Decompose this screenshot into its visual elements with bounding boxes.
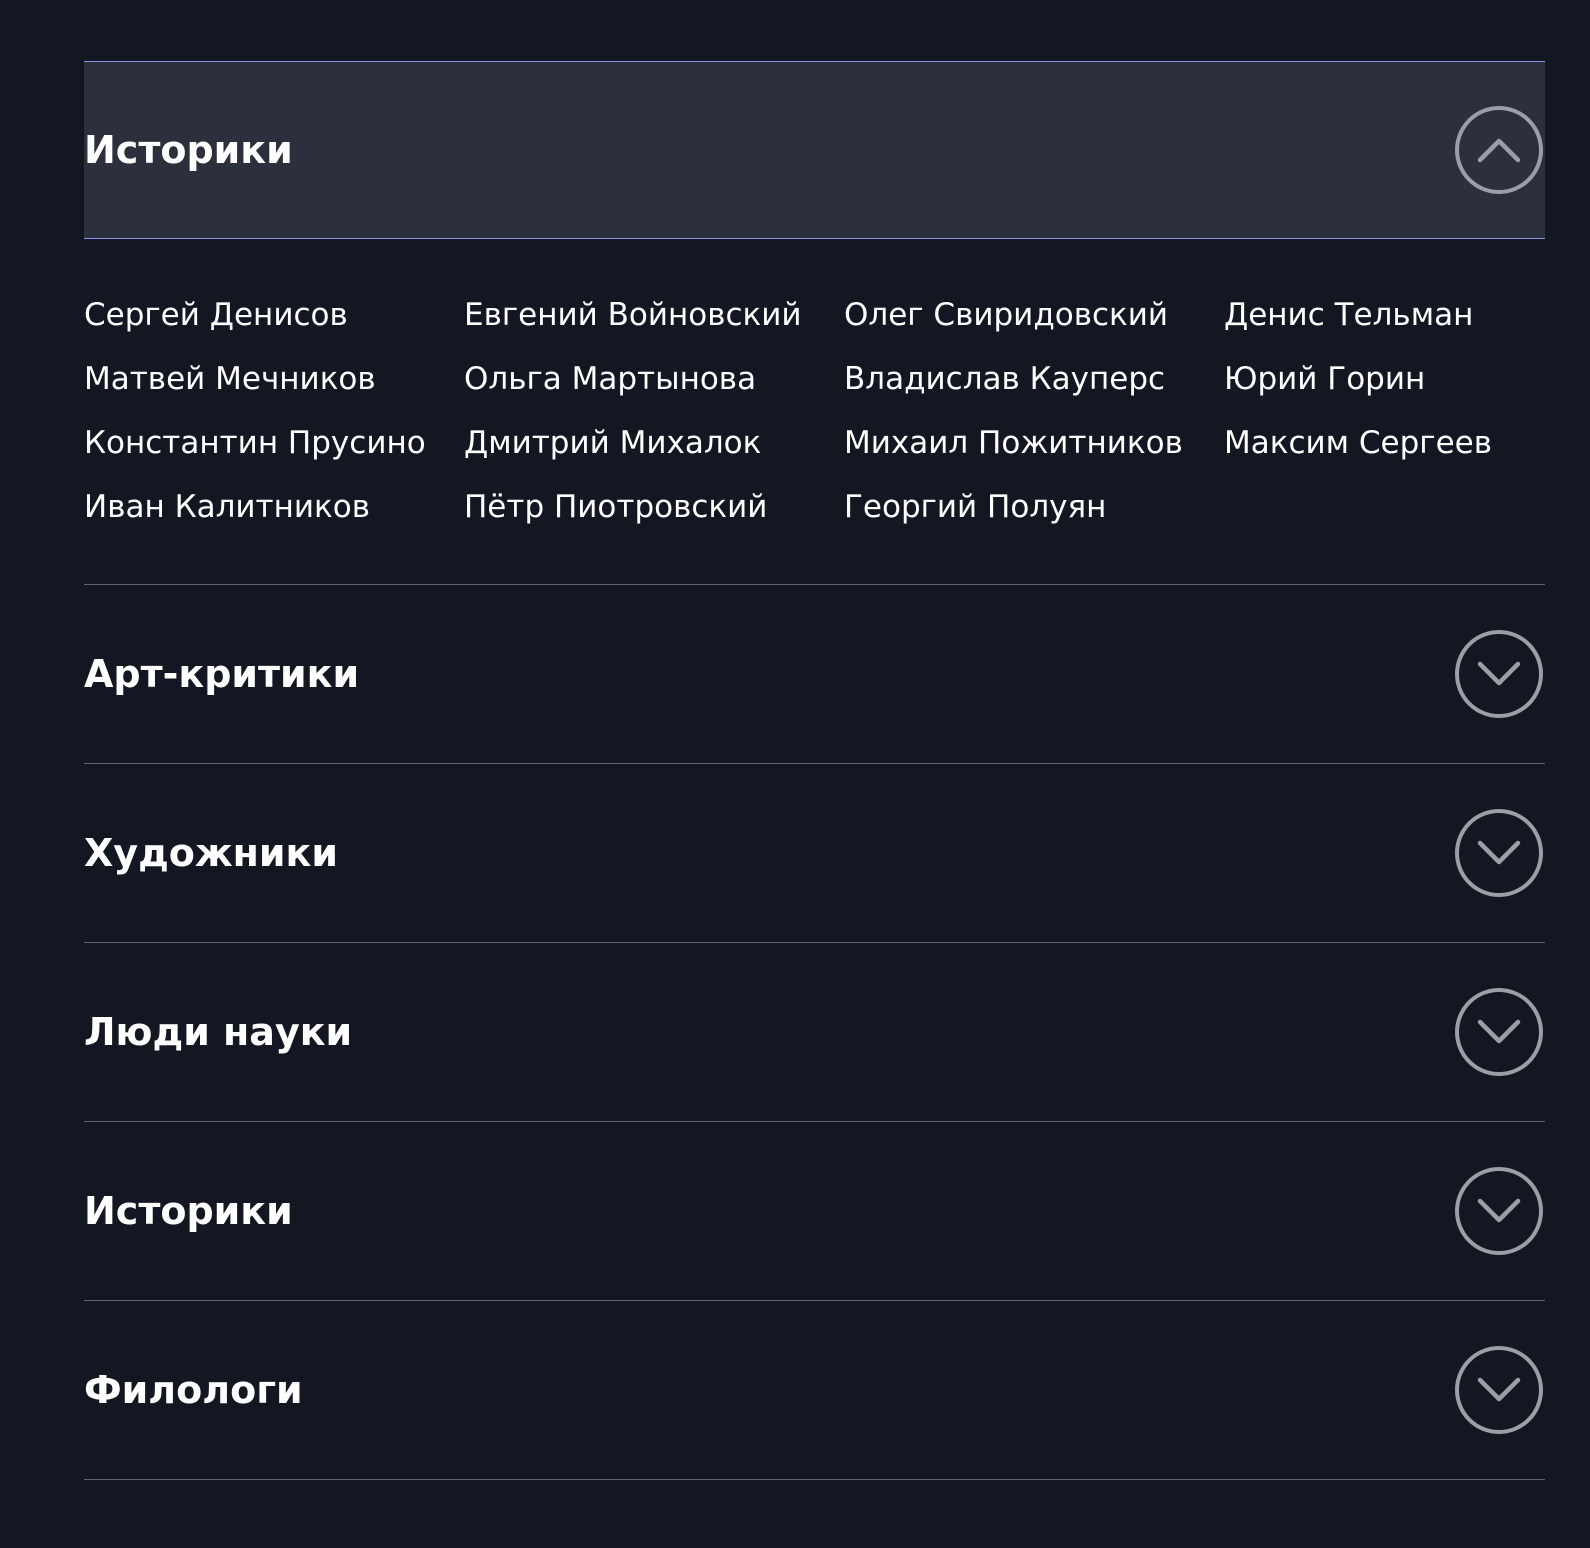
accordion-header-philologists[interactable]: Филологи xyxy=(84,1301,1545,1479)
accordion-title: Филологи xyxy=(84,1368,303,1412)
person-link[interactable]: Матвей Мечников xyxy=(84,347,464,411)
person-link[interactable]: Евгений Войновский xyxy=(464,283,844,347)
chevron-up-icon xyxy=(1477,138,1521,163)
accordion-header-art-critics[interactable]: Арт-критики xyxy=(84,585,1545,763)
accordion-title: Люди науки xyxy=(84,1010,353,1054)
expand-toggle-button[interactable] xyxy=(1455,1167,1543,1255)
accordion-item-philologists: Филологи xyxy=(84,1301,1545,1480)
accordion-title: Арт-критики xyxy=(84,652,360,696)
accordion-title: Историки xyxy=(84,1189,293,1233)
person-link[interactable]: Сергей Денисов xyxy=(84,283,464,347)
person-link[interactable]: Денис Тельман xyxy=(1224,283,1545,347)
accordion-item-artists: Художники xyxy=(84,764,1545,943)
person-link[interactable]: Константин Прусино xyxy=(84,411,464,475)
expand-toggle-button[interactable] xyxy=(1455,809,1543,897)
person-link[interactable]: Дмитрий Михалок xyxy=(464,411,844,475)
accordion-item-historians-2: Историки xyxy=(84,1122,1545,1301)
accordion-item-scientists: Люди науки xyxy=(84,943,1545,1122)
chevron-down-icon xyxy=(1477,1019,1521,1044)
accordion-item-art-critics: Арт-критики xyxy=(84,585,1545,764)
person-link[interactable]: Юрий Горин xyxy=(1224,347,1545,411)
chevron-down-icon xyxy=(1477,840,1521,865)
chevron-down-icon xyxy=(1477,661,1521,686)
person-link[interactable]: Михаил Пожитников xyxy=(844,411,1224,475)
accordion-item-historians: Историки Сергей Денисов Евгений Войновск… xyxy=(84,61,1545,585)
person-link[interactable]: Олег Свиридовский xyxy=(844,283,1224,347)
person-link[interactable]: Владислав Кауперс xyxy=(844,347,1224,411)
people-list: Сергей Денисов Евгений Войновский Олег С… xyxy=(84,239,1545,584)
accordion-header-historians-2[interactable]: Историки xyxy=(84,1122,1545,1300)
accordion-header-scientists[interactable]: Люди науки xyxy=(84,943,1545,1121)
chevron-down-icon xyxy=(1477,1377,1521,1402)
accordion-header-historians[interactable]: Историки xyxy=(84,61,1545,239)
person-link[interactable]: Пётр Пиотровский xyxy=(464,475,844,539)
expand-toggle-button[interactable] xyxy=(1455,630,1543,718)
person-link[interactable]: Иван Калитников xyxy=(84,475,464,539)
expand-toggle-button[interactable] xyxy=(1455,988,1543,1076)
person-link[interactable]: Георгий Полуян xyxy=(844,475,1224,539)
person-link[interactable]: Ольга Мартынова xyxy=(464,347,844,411)
expand-toggle-button[interactable] xyxy=(1455,1346,1543,1434)
people-accordion: Историки Сергей Денисов Евгений Войновск… xyxy=(84,61,1545,1480)
collapse-toggle-button[interactable] xyxy=(1455,106,1543,194)
accordion-title: Художники xyxy=(84,831,338,875)
person-link[interactable]: Максим Сергеев xyxy=(1224,411,1545,475)
chevron-down-icon xyxy=(1477,1198,1521,1223)
accordion-title: Историки xyxy=(84,128,293,172)
accordion-header-artists[interactable]: Художники xyxy=(84,764,1545,942)
